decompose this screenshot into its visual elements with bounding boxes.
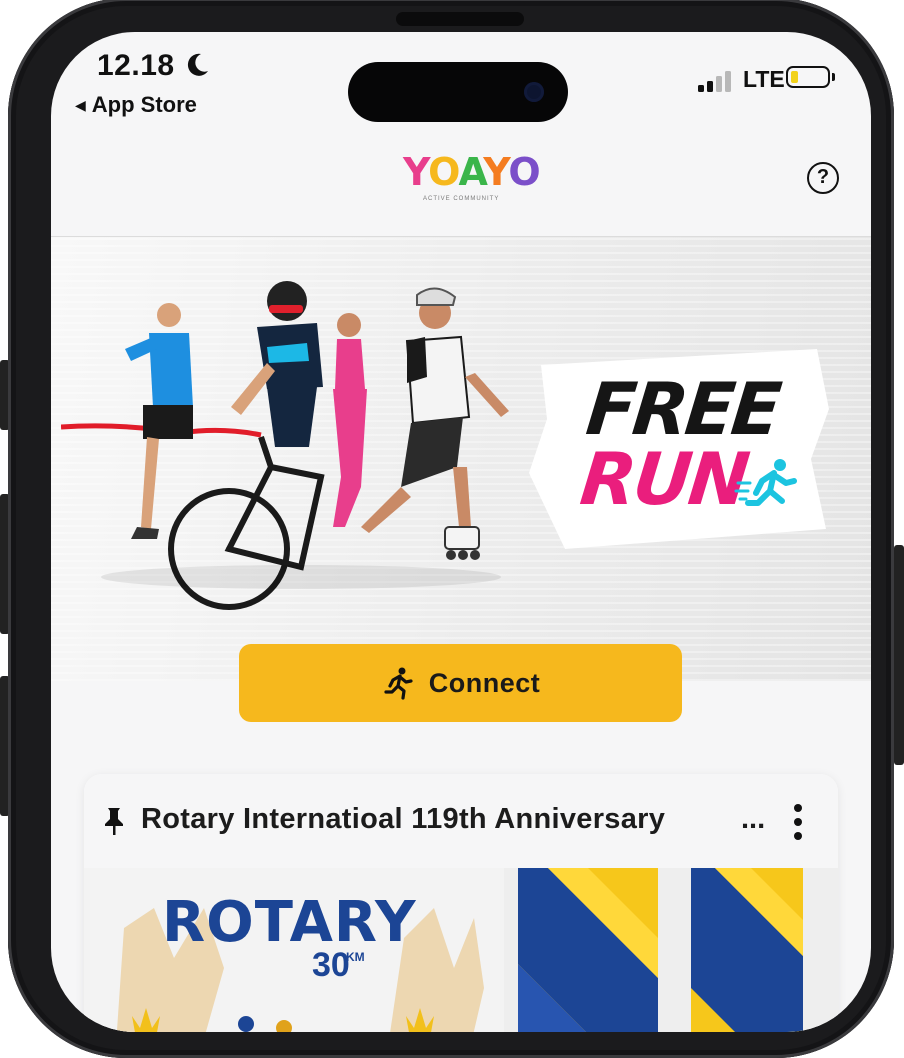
status-time: 12.18 xyxy=(97,49,175,82)
logo-letter: Y xyxy=(483,150,509,194)
rotary-run-banner[interactable]: ROTARY 30 KM xyxy=(84,868,504,1032)
logo-letter: O xyxy=(428,150,459,194)
yoayo-logo: YOAYO ACTIVE COMMUNITY xyxy=(403,150,541,212)
event-banner-carousel[interactable]: ROTARY 30 KM xyxy=(84,868,838,1032)
banner-distance: 30 xyxy=(312,946,350,984)
phone-frame: 12.18 ◀ App Store LTE YOAYO ACTIVE COMMU… xyxy=(8,0,894,1058)
athletes-illustration xyxy=(61,281,509,610)
rotary-geometric-art xyxy=(691,868,803,1032)
battery-icon xyxy=(786,66,830,88)
event-banner-art[interactable] xyxy=(691,868,803,1032)
logo-subtitle: ACTIVE COMMUNITY xyxy=(423,196,500,202)
title-truncation: ... xyxy=(741,803,766,835)
battery-level xyxy=(791,71,798,83)
banner-rotary-title: ROTARY xyxy=(162,890,417,955)
battery-cap xyxy=(832,73,835,81)
power-button xyxy=(894,545,904,765)
logo-letter: A xyxy=(458,150,484,194)
connect-label: Connect xyxy=(428,667,541,698)
logo-letter: Y xyxy=(403,150,429,194)
free-run-hero-banner: FREE RUN xyxy=(51,237,871,681)
cellular-signal-icon xyxy=(698,70,738,92)
logo-letters: YOAYO xyxy=(403,150,541,194)
earpiece-speaker xyxy=(396,12,524,26)
network-type: LTE xyxy=(743,66,785,92)
dynamic-island xyxy=(348,62,568,122)
app-header: YOAYO ACTIVE COMMUNITY ? xyxy=(51,132,871,237)
rotary-geometric-art xyxy=(518,868,658,1032)
more-options-icon[interactable] xyxy=(788,804,808,840)
logo-letter: O xyxy=(508,150,540,194)
help-button[interactable]: ? xyxy=(807,162,839,194)
connect-button[interactable]: Connect xyxy=(239,644,682,722)
do-not-disturb-moon-icon xyxy=(187,53,208,76)
phone-screen: 12.18 ◀ App Store LTE YOAYO ACTIVE COMMU… xyxy=(51,32,871,1032)
back-to-app-store[interactable]: ◀ App Store xyxy=(75,92,197,118)
banner-distance-unit: KM xyxy=(346,950,365,964)
free-run-headline-run: RUN xyxy=(576,437,751,521)
back-caret-icon: ◀ xyxy=(75,96,86,113)
event-card-header: Rotary Internatioal 119th Anniversary ..… xyxy=(84,774,838,868)
event-title: Rotary Internatioal 119th Anniversary xyxy=(141,803,666,835)
pin-icon xyxy=(105,808,123,835)
runner-icon xyxy=(384,667,413,700)
event-banner-art[interactable] xyxy=(518,868,658,1032)
front-camera-icon xyxy=(524,82,544,102)
event-card[interactable]: Rotary Internatioal 119th Anniversary ..… xyxy=(84,774,838,1032)
free-run-badge: FREE RUN xyxy=(529,349,829,549)
running-person-icon xyxy=(734,459,797,506)
back-app-label: App Store xyxy=(91,92,197,117)
